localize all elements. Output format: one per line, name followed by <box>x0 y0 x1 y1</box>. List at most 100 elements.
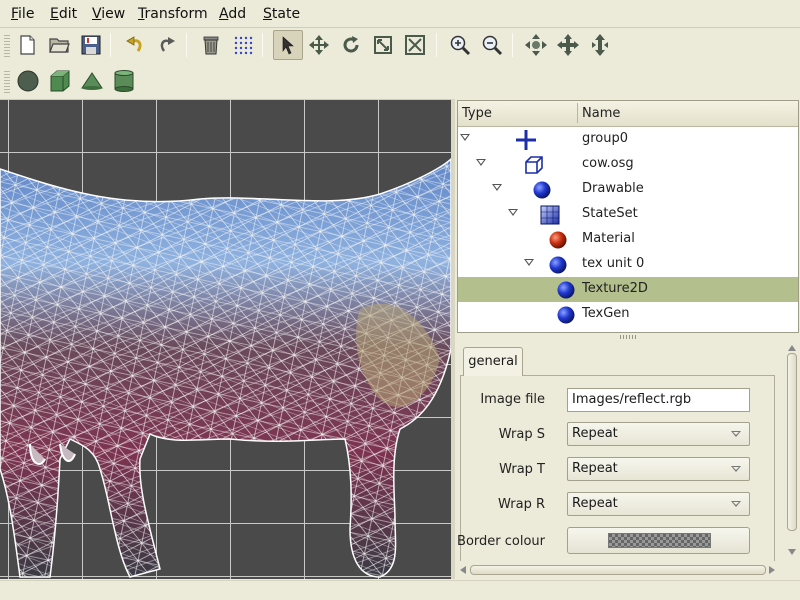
menu-add[interactable]: Add <box>219 6 246 22</box>
cow-model-render <box>0 157 451 578</box>
menu-file-mnemonic: F <box>11 6 19 22</box>
menu-state-mnemonic: S <box>263 6 272 22</box>
tree-row-cow-osg[interactable]: cow.osg <box>458 152 798 177</box>
tree-row-label: Material <box>582 231 635 246</box>
menu-state[interactable]: State <box>263 6 300 22</box>
tree-row-drawable[interactable]: Drawable <box>458 177 798 202</box>
tree-row-label: StateSet <box>582 206 638 221</box>
toolbar-separator <box>186 33 187 57</box>
undo-icon[interactable] <box>122 32 148 58</box>
cylinder-icon[interactable] <box>111 68 137 94</box>
scroll-left-arrow-icon[interactable] <box>460 566 466 574</box>
cone-icon[interactable] <box>79 68 105 94</box>
tree-header: Type Name <box>458 101 798 127</box>
zoom-out-icon[interactable] <box>479 32 505 58</box>
wrap-t-value: Repeat <box>572 461 618 476</box>
panel-splitter-grip[interactable] <box>620 335 636 339</box>
border-colour-label: Border colour <box>457 534 545 549</box>
dropdown-arrow-icon <box>731 466 741 472</box>
status-bar <box>0 580 800 600</box>
select-pointer-icon[interactable] <box>273 30 303 60</box>
properties-horizontal-scrollbar[interactable] <box>459 563 777 577</box>
tree-row-texgen[interactable]: TexGen <box>458 302 798 327</box>
scroll-up-arrow-icon[interactable] <box>788 345 796 351</box>
menu-edit[interactable]: Edit <box>50 6 77 22</box>
scene-tree[interactable]: Type Name group0 cow.osg Drawable StateS… <box>457 100 799 333</box>
image-file-field[interactable]: Images/reflect.rgb <box>567 388 750 412</box>
expand-arrow-icon[interactable] <box>460 134 470 141</box>
wrap-r-select[interactable]: Repeat <box>567 492 750 516</box>
grid-icon[interactable] <box>230 32 256 58</box>
column-header-name[interactable]: Name <box>582 106 620 121</box>
column-divider[interactable] <box>577 103 578 123</box>
expand-arrow-icon[interactable] <box>476 159 486 166</box>
material-sphere-icon <box>549 231 567 249</box>
tree-row-label: tex unit 0 <box>582 256 645 271</box>
toolbar-grip[interactable] <box>4 33 10 57</box>
open-folder-icon[interactable] <box>46 32 72 58</box>
wrap-t-select[interactable]: Repeat <box>567 457 750 481</box>
border-colour-button[interactable] <box>567 527 750 554</box>
3d-viewport[interactable] <box>0 99 451 579</box>
redo-icon[interactable] <box>154 32 180 58</box>
translate-move-icon[interactable] <box>306 32 332 58</box>
tree-row-texture2d[interactable]: Texture2D <box>458 277 798 302</box>
stateset-icon <box>540 205 560 225</box>
delete-trash-icon[interactable] <box>198 32 224 58</box>
rotate-icon[interactable] <box>338 32 364 58</box>
tab-general[interactable]: general <box>463 347 523 376</box>
wrap-t-label: Wrap T <box>499 462 545 477</box>
save-icon[interactable] <box>78 32 104 58</box>
tree-row-label: TexGen <box>582 306 630 321</box>
scroll-down-arrow-icon[interactable] <box>788 549 796 555</box>
toolbar-separator <box>512 33 513 57</box>
texgen-sphere-icon <box>557 306 575 324</box>
toolbar-separator <box>110 33 111 57</box>
move-vertical-icon[interactable] <box>587 32 613 58</box>
scale-icon[interactable] <box>370 32 396 58</box>
toolbar-separator <box>262 33 263 57</box>
tree-row-tex-unit-0[interactable]: tex unit 0 <box>458 252 798 277</box>
menu-view[interactable]: View <box>92 6 125 22</box>
group-cross-icon <box>516 130 536 150</box>
wrap-s-label: Wrap S <box>498 427 545 442</box>
expand-arrow-icon[interactable] <box>524 259 534 266</box>
scale-fit-icon[interactable] <box>402 32 428 58</box>
splitter-handle[interactable] <box>451 99 455 579</box>
menu-add-label: dd <box>228 6 247 22</box>
tree-row-material[interactable]: Material <box>458 227 798 252</box>
scroll-right-arrow-icon[interactable] <box>769 566 775 574</box>
menu-state-label: tate <box>271 6 301 22</box>
zoom-in-icon[interactable] <box>447 32 473 58</box>
sphere-icon[interactable] <box>15 68 41 94</box>
expand-arrow-icon[interactable] <box>508 209 518 216</box>
tree-row-label: group0 <box>582 131 629 146</box>
dropdown-arrow-icon <box>731 501 741 507</box>
move-cross-icon[interactable] <box>555 32 581 58</box>
scrollbar-thumb[interactable] <box>470 565 766 575</box>
properties-panel: Image file Images/reflect.rgb Wrap S Rep… <box>457 341 782 561</box>
expand-arrow-icon[interactable] <box>492 184 502 191</box>
menu-view-label: iew <box>101 6 126 22</box>
box-icon[interactable] <box>47 68 73 94</box>
geode-cube-icon <box>525 156 543 174</box>
menu-transform[interactable]: Transform <box>138 6 208 22</box>
column-header-type[interactable]: Type <box>462 106 492 121</box>
new-file-icon[interactable] <box>14 32 40 58</box>
shapes-toolbar <box>0 64 800 98</box>
toolbar-grip[interactable] <box>4 69 10 93</box>
toolbar-separator <box>436 33 437 57</box>
tab-pane-general: Image file Images/reflect.rgb Wrap S Rep… <box>457 375 775 561</box>
menu-file[interactable]: File <box>11 6 34 22</box>
wrap-s-select[interactable]: Repeat <box>567 422 750 446</box>
tree-row-stateset[interactable]: StateSet <box>458 202 798 227</box>
menu-edit-mnemonic: E <box>50 6 59 22</box>
tree-row-group0[interactable]: group0 <box>458 127 798 152</box>
menu-view-mnemonic: V <box>92 6 102 22</box>
scrollbar-thumb[interactable] <box>787 353 797 531</box>
properties-vertical-scrollbar[interactable] <box>785 343 799 559</box>
tree-row-label: Drawable <box>582 181 644 196</box>
pan-compass-icon[interactable] <box>523 32 549 58</box>
menu-transform-label: ransform <box>144 6 208 22</box>
image-file-label: Image file <box>480 392 545 407</box>
